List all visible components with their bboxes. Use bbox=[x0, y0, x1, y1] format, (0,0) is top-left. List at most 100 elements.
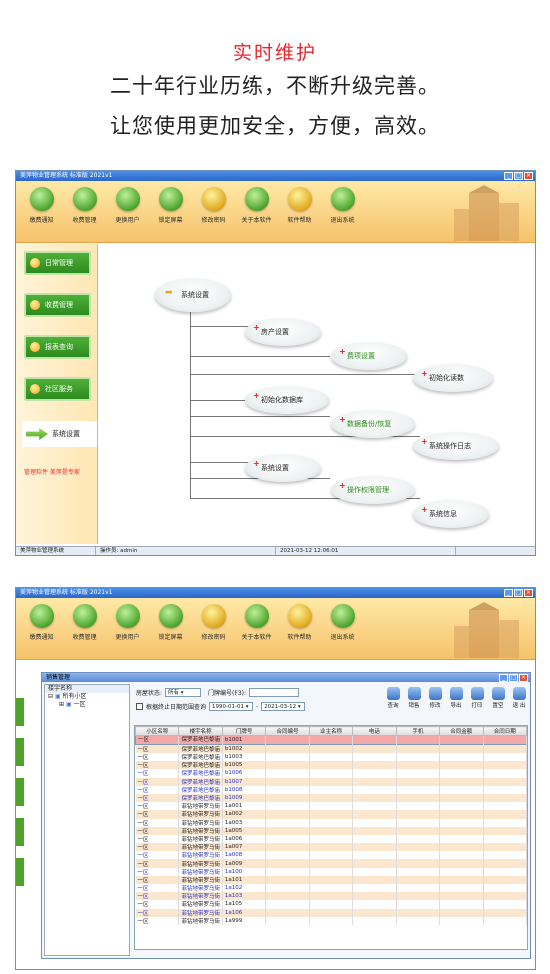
plus-icon: + bbox=[421, 437, 428, 446]
node-backup-restore[interactable]: + 数据备份/恢复 bbox=[331, 410, 415, 438]
sidebar-item-community[interactable]: 社区服务 bbox=[24, 377, 91, 401]
column-header[interactable]: 电话 bbox=[352, 726, 397, 736]
toolbar-button-4[interactable]: 修改密码 bbox=[192, 604, 235, 641]
table-row[interactable]: 一区 菲钻地带罗马街 1a102 bbox=[135, 884, 527, 893]
toolbar-icon bbox=[287, 187, 312, 211]
column-header[interactable]: 小区名称 bbox=[134, 726, 180, 736]
action-button-2[interactable]: 修改 bbox=[426, 687, 444, 709]
toolbar-button-1[interactable]: 收费管理 bbox=[63, 187, 106, 224]
table-row[interactable]: 一区 保罗菲地巴黎庙 b1006 bbox=[135, 769, 527, 778]
table-row[interactable]: 一区 保罗菲地巴黎庙 b1008 bbox=[135, 785, 527, 794]
sidebar-item-settings[interactable]: 系统设置 bbox=[22, 421, 97, 447]
table-row[interactable]: 一区 保罗菲地巴黎庙 b1005 bbox=[135, 761, 527, 770]
table-row[interactable]: 一区 菲钻地带罗马街 1a999 bbox=[135, 916, 527, 925]
node-init-database[interactable]: + 初始化数据库 bbox=[245, 386, 329, 414]
toolbar-button-5[interactable]: 关于本软件 bbox=[235, 604, 278, 641]
hero-line-1: 二十年行业历练，不断升级完善。 bbox=[110, 74, 440, 98]
table-row[interactable]: 一区 菲钻地带罗马街 1a106 bbox=[135, 908, 527, 917]
table-row[interactable]: 一区 菲钻地带罗马街 1a001 bbox=[135, 802, 527, 811]
table-row[interactable]: 一区 菲钻地带罗马街 1a009 bbox=[135, 859, 527, 868]
table-row[interactable]: 一区 保罗菲地巴黎庙 b1007 bbox=[135, 777, 527, 786]
table-row[interactable]: 一区 保罗菲地巴黎庙 b1009 bbox=[135, 793, 527, 803]
action-button-1[interactable]: 销售 bbox=[405, 687, 423, 709]
table-row[interactable]: 一区 保罗菲地巴黎庙 b1002 bbox=[135, 744, 527, 753]
maximize-button[interactable]: □ bbox=[514, 172, 523, 180]
column-header[interactable]: 合同日期 bbox=[482, 726, 527, 736]
table-cell: 一区 bbox=[135, 826, 180, 835]
toolbar-button-1[interactable]: 收费管理 bbox=[63, 604, 106, 641]
table-row[interactable]: 一区 菲钻地带罗马街 1a101 bbox=[135, 875, 527, 884]
minimize-button[interactable]: _ bbox=[499, 674, 508, 682]
toolbar-button-6[interactable]: 软件帮助 bbox=[278, 187, 321, 224]
action-button-5[interactable]: 置空 bbox=[489, 687, 507, 709]
tree-item-zone[interactable]: ⊞ ▣ 一区 bbox=[45, 701, 129, 709]
table-row[interactable]: 一区 菲钻地带罗马街 1a100 bbox=[135, 867, 527, 876]
column-header[interactable]: 业主名称 bbox=[308, 726, 354, 736]
table-row[interactable]: 一区 菲钻地带罗马街 1a008 bbox=[135, 851, 527, 860]
table-cell: 1a106 bbox=[222, 908, 267, 917]
table-cell: 菲钻地带罗马街 bbox=[178, 843, 223, 852]
action-button-0[interactable]: 查询 bbox=[384, 687, 402, 709]
toolbar-button-2[interactable]: 更换用户 bbox=[106, 187, 149, 224]
action-button-3[interactable]: 导出 bbox=[447, 687, 465, 709]
column-header[interactable]: 楼宇名称 bbox=[178, 726, 223, 736]
maximize-button[interactable]: □ bbox=[509, 674, 518, 682]
folder-icon: ▣ bbox=[65, 701, 72, 708]
toolbar-button-6[interactable]: 软件帮助 bbox=[278, 604, 321, 641]
minimize-button[interactable]: _ bbox=[504, 172, 513, 180]
toolbar-button-5[interactable]: 关于本软件 bbox=[235, 187, 278, 224]
minimize-button[interactable]: _ bbox=[504, 589, 513, 597]
table-cell: 菲钻地带罗马街 bbox=[178, 834, 223, 844]
column-header[interactable]: 门牌号 bbox=[221, 726, 267, 736]
maximize-button[interactable]: □ bbox=[514, 589, 523, 597]
table-cell: 1a999 bbox=[222, 916, 267, 925]
table-row[interactable]: 一区 菲钻地带罗马街 1a005 bbox=[135, 826, 527, 835]
toolbar-button-0[interactable]: 缴费通知 bbox=[20, 604, 63, 641]
node-system-info[interactable]: + 系统信息 bbox=[413, 500, 489, 528]
table-row[interactable]: 一区 保罗菲地巴黎庙 b1001 bbox=[135, 735, 527, 745]
door-number-input[interactable] bbox=[249, 688, 300, 697]
sidebar-item-daily[interactable]: 日常管理 bbox=[24, 251, 91, 275]
column-header[interactable]: 合同编号 bbox=[265, 726, 310, 736]
node-property-settings[interactable]: + 房产设置 bbox=[245, 318, 321, 346]
tree-root[interactable]: ⊟ ▣ 所有小区 bbox=[45, 693, 129, 701]
toolbar-button-4[interactable]: 修改密码 bbox=[192, 187, 235, 224]
table-cell: b1005 bbox=[222, 761, 267, 770]
node-root-settings[interactable]: ➡ 系统设置 bbox=[155, 278, 231, 312]
toolbar-button-3[interactable]: 锁定屏幕 bbox=[149, 604, 192, 641]
table-cell: 1a005 bbox=[222, 826, 267, 835]
node-init-readings[interactable]: + 初始化读数 bbox=[413, 364, 493, 392]
action-button-6[interactable]: 退 出 bbox=[510, 687, 528, 709]
date-range-checkbox[interactable] bbox=[136, 703, 143, 710]
table-row[interactable]: 一区 保罗菲地巴黎庙 b1003 bbox=[135, 753, 527, 762]
toolbar-button-0[interactable]: 缴费通知 bbox=[20, 187, 63, 224]
sidebar-item-reports[interactable]: 报表查询 bbox=[24, 335, 91, 359]
close-button[interactable]: × bbox=[524, 172, 533, 180]
node-permissions[interactable]: + 操作权限管理 bbox=[331, 476, 415, 504]
status-select[interactable]: 所有 ▾ bbox=[165, 688, 202, 697]
column-header[interactable]: 合同金额 bbox=[439, 726, 484, 736]
table-row[interactable]: 一区 菲钻地带罗马街 1a105 bbox=[135, 900, 527, 909]
close-button[interactable]: × bbox=[524, 589, 533, 597]
table-row[interactable]: 一区 菲钻地带罗马街 1a003 bbox=[135, 818, 527, 827]
column-header[interactable]: 手机 bbox=[395, 726, 441, 736]
building-icon bbox=[454, 602, 519, 658]
action-button-4[interactable]: 打印 bbox=[468, 687, 486, 709]
table-row[interactable]: 一区 菲钻地带罗马街 1a103 bbox=[135, 892, 527, 901]
sidebar-item-billing[interactable]: 收费管理 bbox=[24, 293, 91, 317]
table-row[interactable]: 一区 菲钻地带罗马街 1a007 bbox=[135, 843, 527, 852]
close-button[interactable]: × bbox=[519, 674, 528, 682]
node-operation-log[interactable]: + 系统操作日志 bbox=[413, 432, 499, 460]
toolbar-button-7[interactable]: 退出系统 bbox=[321, 187, 364, 224]
date-from-select[interactable]: 1990-01-01 ▾ bbox=[209, 702, 254, 711]
table-row[interactable]: 一区 菲钻地带罗马街 1a002 bbox=[135, 810, 527, 819]
toolbar-button-3[interactable]: 锁定屏幕 bbox=[149, 187, 192, 224]
node-system-settings[interactable]: + 系统设置 bbox=[245, 454, 321, 482]
toolbar-button-7[interactable]: 退出系统 bbox=[321, 604, 364, 641]
node-fee-settings[interactable]: + 费项设置 bbox=[331, 342, 407, 370]
date-to-select[interactable]: 2021-03-12 ▾ bbox=[261, 702, 306, 711]
toolbar-button-2[interactable]: 更换用户 bbox=[106, 604, 149, 641]
table-cell: 保罗菲地巴黎庙 bbox=[178, 769, 223, 778]
table-cell: 1a009 bbox=[222, 859, 267, 868]
table-row[interactable]: 一区 菲钻地带罗马街 1a006 bbox=[135, 834, 527, 844]
